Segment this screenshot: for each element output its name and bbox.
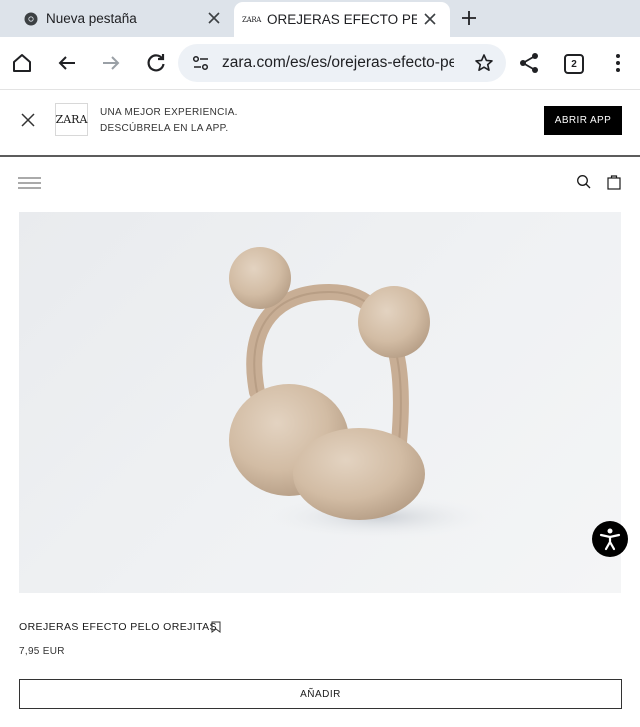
search-icon[interactable] — [576, 174, 592, 190]
hamburger-menu-icon[interactable] — [18, 177, 42, 189]
earmuffs-image — [229, 247, 489, 539]
open-app-button[interactable]: ABRIR APP — [544, 106, 622, 135]
site-settings-icon[interactable] — [192, 54, 210, 72]
more-menu-icon[interactable] — [606, 51, 630, 75]
product-price: 7,95 EUR — [19, 646, 65, 657]
banner-message: UNA MEJOR EXPERIENCIA. DESCÚBRELA EN LA … — [100, 105, 238, 137]
product-image[interactable] — [19, 212, 621, 593]
tab-title: Nueva pestaña — [46, 11, 137, 26]
shopping-bag-icon[interactable] — [607, 174, 621, 190]
tab-new-tab[interactable]: Nueva pestaña — [14, 2, 234, 35]
tab-title: OREJERAS EFECTO PELO OREJITAS — [267, 12, 418, 27]
product-name[interactable]: OREJERAS EFECTO PELO OREJITAS — [19, 621, 217, 633]
back-icon[interactable] — [55, 51, 79, 75]
star-icon[interactable] — [474, 53, 494, 73]
browser-toolbar: zara.com/es/es/orejeras-efecto-pelo-orej… — [0, 37, 640, 89]
accessibility-icon — [599, 528, 621, 551]
home-icon[interactable] — [10, 51, 34, 75]
banner-line-2: DESCÚBRELA EN LA APP. — [100, 123, 229, 134]
share-icon[interactable] — [517, 51, 541, 75]
site-header — [0, 157, 640, 211]
tab-count: 2 — [564, 54, 584, 74]
zara-app-logo: ZARA — [55, 103, 88, 136]
address-bar[interactable]: zara.com/es/es/orejeras-efecto-pelo-orej… — [178, 44, 506, 82]
close-icon[interactable] — [20, 112, 36, 128]
bookmark-icon[interactable] — [211, 621, 221, 633]
banner-line-1: UNA MEJOR EXPERIENCIA. — [100, 107, 238, 118]
new-tab-icon[interactable] — [460, 9, 478, 27]
zara-favicon: ZARA — [242, 15, 262, 24]
add-to-cart-button[interactable]: AÑADIR — [19, 679, 622, 709]
url-text[interactable]: zara.com/es/es/orejeras-efecto-pelo-orej… — [222, 54, 454, 72]
forward-icon[interactable] — [99, 51, 123, 75]
tab-strip: Nueva pestaña ZARA OREJERAS EFECTO PELO … — [0, 0, 640, 37]
close-icon[interactable] — [206, 10, 222, 26]
accessibility-button[interactable] — [592, 521, 628, 557]
close-icon[interactable] — [422, 11, 438, 27]
tab-switcher-icon[interactable]: 2 — [562, 51, 586, 75]
tab-active-product[interactable]: ZARA OREJERAS EFECTO PELO OREJITAS — [234, 2, 450, 37]
reload-icon[interactable] — [144, 51, 168, 75]
chrome-icon — [24, 12, 38, 25]
